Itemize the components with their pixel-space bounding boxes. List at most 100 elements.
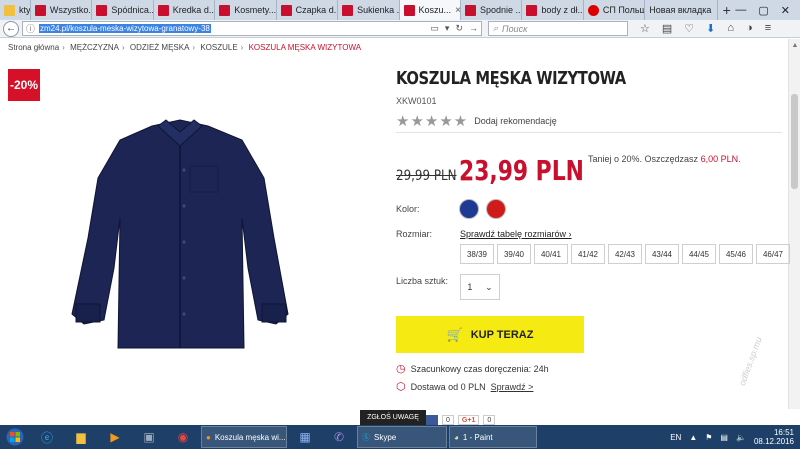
size-option[interactable]: 41/42 xyxy=(571,244,605,264)
product-image[interactable] xyxy=(62,118,300,350)
browser-tab-bar: kty ... Wszystko... Spódnica... Kredka d...… xyxy=(0,0,800,20)
menu-icon[interactable]: ≡ xyxy=(765,22,771,35)
tab-label: Wszystko... xyxy=(49,5,93,15)
google-plus-count: 0 xyxy=(483,415,496,425)
search-input[interactable]: ⌕ Поиск xyxy=(488,21,628,36)
size-option[interactable]: 40/41 xyxy=(534,244,568,264)
color-swatch-navy[interactable] xyxy=(459,199,479,219)
firefox-icon: ● xyxy=(206,432,211,442)
clock-icon: ◷ xyxy=(396,363,406,375)
breadcrumb-current: KOSZULA MĘSKA WIZYTOWA xyxy=(248,43,362,52)
floppy-icon[interactable]: ▣ xyxy=(132,425,166,449)
flag-icon[interactable]: ⚑ xyxy=(705,433,712,442)
bookmark-star-icon[interactable]: ☆ xyxy=(640,22,650,35)
taskbar-task-paint[interactable]: ◕ 1 - Paint xyxy=(449,426,537,448)
taskbar-task-firefox[interactable]: ● Koszula męska wi... xyxy=(201,426,287,448)
maximize-icon[interactable]: ▢ xyxy=(758,4,768,17)
browser-tab[interactable]: Czapka d... xyxy=(277,0,339,20)
address-bar[interactable]: ⓘ zm24.pl/koszula-meska-wizytowa-granato… xyxy=(22,21,482,36)
network-icon[interactable]: ▤ xyxy=(720,433,728,442)
savings-text: Taniej o 20%. Oszczędzasz 6,00 PLN. xyxy=(588,154,741,164)
size-option[interactable]: 45/46 xyxy=(719,244,753,264)
report-feedback-button[interactable]: ZGŁOŚ UWAGĘ xyxy=(360,410,426,425)
package-icon: ⬡ xyxy=(396,381,406,393)
page-scrollbar[interactable]: ▲ xyxy=(788,39,800,409)
viber-icon[interactable]: ✆ xyxy=(322,425,356,449)
start-button[interactable] xyxy=(0,425,30,449)
size-option[interactable]: 42/43 xyxy=(608,244,642,264)
facebook-like-icon[interactable] xyxy=(426,415,438,425)
tray-arrow-icon[interactable]: ▲ xyxy=(689,433,697,442)
quantity-select[interactable]: 1 ⌄ xyxy=(460,274,500,300)
add-recommendation-link[interactable]: Dodaj rekomendację xyxy=(474,116,557,126)
browser-tab[interactable]: Spódnica... xyxy=(92,0,154,20)
scrollbar-thumb[interactable] xyxy=(791,94,798,189)
scroll-up-icon[interactable]: ▲ xyxy=(789,39,800,51)
browser-tab[interactable]: Spodnie ... xyxy=(461,0,523,20)
back-button[interactable]: ← xyxy=(3,20,19,37)
browser-tab[interactable]: Sukienka ... xyxy=(338,0,400,20)
zm-favicon-icon xyxy=(34,4,46,16)
buy-now-button[interactable]: 🛒 KUP TERAZ xyxy=(396,316,584,353)
color-label: Kolor: xyxy=(396,204,420,214)
browser-tab[interactable]: Wszystko... xyxy=(31,0,93,20)
breadcrumb-home[interactable]: Strona główna xyxy=(8,43,59,52)
color-swatch-red[interactable] xyxy=(486,199,506,219)
browser-tab[interactable]: Kosmety... xyxy=(215,0,277,20)
breadcrumb-men[interactable]: MĘŻCZYZNA xyxy=(70,43,119,52)
dropdown-icon[interactable]: ▾ xyxy=(445,23,450,34)
url-text[interactable]: zm24.pl/koszula-meska-wizytowa-granatowy… xyxy=(39,24,211,33)
delivery-text: Szacunkowy czas doręczenia: 24h xyxy=(410,363,549,374)
star-rating-icon[interactable]: ★★★★★ xyxy=(396,112,468,130)
ie-icon[interactable]: ⓔ xyxy=(30,425,64,449)
language-indicator[interactable]: EN xyxy=(670,433,681,442)
size-option[interactable]: 44/45 xyxy=(682,244,716,264)
home-icon[interactable]: ⌂ xyxy=(727,22,734,35)
tab-label: Koszu... xyxy=(418,5,452,15)
shipping-text: Dostawa od 0 PLN xyxy=(410,381,486,392)
close-window-icon[interactable]: ✕ xyxy=(781,4,790,17)
breadcrumb-shirts[interactable]: KOSZULE xyxy=(200,43,237,52)
search-placeholder: Поиск xyxy=(502,23,528,34)
media-player-icon[interactable]: ▶ xyxy=(98,425,132,449)
zm-favicon-icon xyxy=(280,4,292,16)
clock-time: 16:51 xyxy=(773,428,794,437)
browser-tab[interactable]: body z dł... xyxy=(522,0,584,20)
bookmarks-list-icon[interactable]: ▤ xyxy=(662,22,672,35)
reader-view-icon[interactable]: ▭ xyxy=(430,23,439,34)
paint-icon: ◕ xyxy=(454,432,459,442)
tab-label: СП Польш... xyxy=(602,5,644,15)
arrow-left-icon: ← xyxy=(6,23,16,34)
minimize-icon[interactable]: — xyxy=(735,4,746,16)
pocket-icon[interactable]: ♡ xyxy=(684,22,694,35)
browser-tab[interactable]: kty ... xyxy=(0,0,31,20)
size-option[interactable]: 39/40 xyxy=(497,244,531,264)
sync-icon[interactable]: ◑ xyxy=(746,22,753,35)
clock[interactable]: 16:51 08.12.2016 xyxy=(754,428,794,446)
word-icon[interactable]: ▦ xyxy=(288,425,322,449)
tab-label: Kosmety... xyxy=(234,5,277,15)
size-option[interactable]: 38/39 xyxy=(460,244,494,264)
shipping-check-link[interactable]: Sprawdź > xyxy=(491,382,534,392)
window-controls: — ▢ ✕ xyxy=(735,0,800,20)
forward-arrow-icon[interactable]: → xyxy=(469,23,478,34)
breadcrumb-mens-clothing[interactable]: ODZIEŻ MĘSKA xyxy=(130,43,190,52)
browser-tab[interactable]: СП Польш... xyxy=(584,0,646,20)
reload-icon[interactable]: ↻ xyxy=(455,23,463,34)
chrome-icon[interactable]: ◉ xyxy=(166,425,200,449)
size-chart-link[interactable]: Sprawdź tabelę rozmiarów › xyxy=(460,229,572,239)
new-tab-button[interactable]: + xyxy=(718,0,735,20)
download-icon[interactable]: ⬇ xyxy=(706,22,715,35)
volume-icon[interactable]: 🔈 xyxy=(736,433,746,442)
explorer-icon[interactable]: ▆ xyxy=(64,425,98,449)
browser-tab[interactable]: Новая вкладка xyxy=(645,0,719,20)
size-option[interactable]: 43/44 xyxy=(645,244,679,264)
skype-icon: Ⓢ xyxy=(362,432,370,442)
browser-tab[interactable]: Kredka d... xyxy=(154,0,216,20)
size-option[interactable]: 46/47 xyxy=(756,244,790,264)
google-plus-button[interactable]: G+1 xyxy=(457,415,480,425)
browser-tab[interactable]: Koszu... × xyxy=(399,0,461,20)
taskbar-task-skype[interactable]: Ⓢ Skype xyxy=(357,426,447,448)
quantity-label: Liczba sztuk: xyxy=(396,276,449,286)
taskbar-task-label: 1 - Paint xyxy=(462,432,493,442)
